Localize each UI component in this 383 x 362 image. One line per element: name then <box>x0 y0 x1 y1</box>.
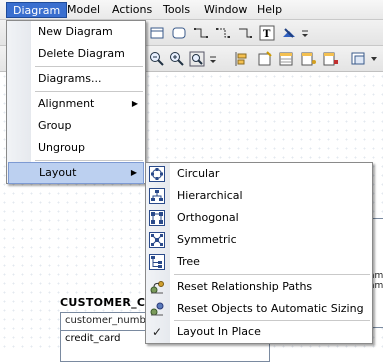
menu-item-label: Diagrams... <box>38 72 102 85</box>
menu-item-label: Group <box>38 119 72 132</box>
toolbar-overflow-icon[interactable] <box>300 24 310 42</box>
connector-tool-icon[interactable] <box>192 24 210 42</box>
table-link-icon[interactable] <box>322 50 340 68</box>
check-icon: ✓ <box>151 325 163 339</box>
reset-sizing-icon <box>149 301 165 317</box>
menu-item-label: Circular <box>177 167 220 180</box>
menu-item-orthogonal[interactable]: Orthogonal <box>146 207 372 229</box>
menu-separator <box>174 274 370 275</box>
menu-window[interactable]: Window <box>198 2 253 18</box>
menu-item-alignment[interactable]: Alignment ▶ <box>8 93 144 115</box>
menu-item-label: Symmetric <box>177 233 237 246</box>
svg-text:T: T <box>263 29 271 40</box>
rounded-rectangle-tool-icon[interactable] <box>170 24 188 42</box>
zoom-fit-icon[interactable] <box>188 50 206 68</box>
menu-item-label: Delete Diagram <box>38 47 125 60</box>
menu-diagram[interactable]: Diagram <box>6 2 68 18</box>
menu-item-layout[interactable]: Layout ▶ <box>8 162 144 184</box>
menu-item-label: Layout In Place <box>177 325 261 338</box>
menu-separator <box>35 66 143 67</box>
menu-item-group[interactable]: Group <box>8 115 144 137</box>
align-left-icon[interactable] <box>232 50 250 68</box>
menu-item-label: Ungroup <box>38 141 85 154</box>
view-options-icon[interactable] <box>350 50 368 68</box>
submenu-arrow-icon: ▶ <box>131 99 138 108</box>
menu-item-label: Reset Objects to Automatic Sizing <box>177 302 364 315</box>
view-options-dropdown-icon[interactable] <box>369 50 379 68</box>
submenu-arrow-icon: ▶ <box>130 168 137 177</box>
menu-item-circular[interactable]: Circular <box>146 163 372 185</box>
menu-item-label: Tree <box>177 255 200 268</box>
menu-item-hierarchical[interactable]: Hierarchical <box>146 185 372 207</box>
menu-item-reset-objects-sizing[interactable]: Reset Objects to Automatic Sizing <box>146 298 372 320</box>
menu-item-symmetric[interactable]: Symmetric <box>146 229 372 251</box>
menu-item-layout-in-place[interactable]: ✓ Layout In Place <box>146 321 372 343</box>
menu-tools[interactable]: Tools <box>157 2 196 18</box>
menu-item-label: Reset Relationship Paths <box>177 280 313 293</box>
menu-separator <box>35 91 143 92</box>
new-note-icon[interactable] <box>256 50 274 68</box>
diagram-menu: New Diagram Delete Diagram Diagrams... A… <box>6 20 146 184</box>
menu-bar: Diagram Model Actions Tools Window Help <box>0 0 383 20</box>
menu-item-tree[interactable]: Tree <box>146 251 372 273</box>
menu-item-delete-diagram[interactable]: Delete Diagram <box>8 43 144 65</box>
table-key-icon[interactable] <box>300 50 318 68</box>
menu-separator <box>35 160 143 161</box>
highlight-tool-icon[interactable] <box>280 24 298 42</box>
menu-item-ungroup[interactable]: Ungroup <box>8 137 144 159</box>
line-tool-icon[interactable] <box>236 24 254 42</box>
table-icon[interactable] <box>278 50 296 68</box>
menu-item-reset-relationship-paths[interactable]: Reset Relationship Paths <box>146 276 372 298</box>
menu-item-label: Layout <box>39 166 77 179</box>
zoom-out-icon[interactable] <box>148 50 166 68</box>
menu-item-label: Hierarchical <box>177 189 243 202</box>
zoom-in-icon[interactable] <box>168 50 186 68</box>
menu-item-label: Orthogonal <box>177 211 239 224</box>
toolbar-overflow-icon-2[interactable] <box>208 50 218 68</box>
layout-submenu: Circular Hierarchical Orthogonal Symmetr… <box>145 162 373 344</box>
menu-item-label: Alignment <box>38 97 95 110</box>
rectangle-tool-icon[interactable] <box>148 24 166 42</box>
orthogonal-layout-icon <box>149 210 165 226</box>
menu-item-label: New Diagram <box>38 25 113 38</box>
text-tool-icon[interactable]: T <box>258 24 276 42</box>
tree-layout-icon <box>149 254 165 270</box>
hierarchical-layout-icon <box>149 188 165 204</box>
menu-model[interactable]: Model <box>61 2 106 18</box>
entity-title: CUSTOMER_CR <box>60 296 155 309</box>
reset-paths-icon <box>149 279 165 295</box>
menu-item-new-diagram[interactable]: New Diagram <box>8 21 144 43</box>
elbow-connector-tool-icon[interactable] <box>214 24 232 42</box>
menu-help[interactable]: Help <box>251 2 288 18</box>
symmetric-layout-icon <box>149 232 165 248</box>
circular-layout-icon <box>149 166 165 182</box>
menu-item-diagrams[interactable]: Diagrams... <box>8 68 144 90</box>
menu-actions[interactable]: Actions <box>106 2 158 18</box>
